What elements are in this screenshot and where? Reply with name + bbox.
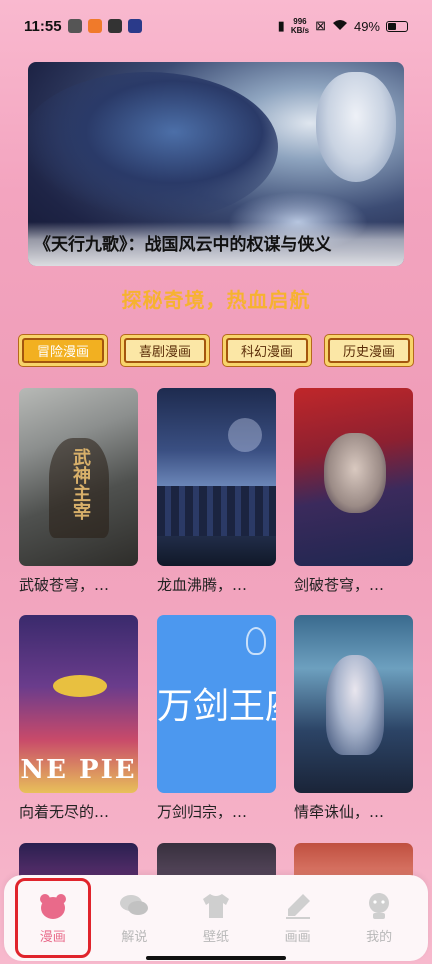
- nav-commentary[interactable]: 解说: [96, 878, 172, 958]
- comic-title: 情牵诛仙，…: [294, 803, 385, 821]
- category-tab-comedy[interactable]: 喜剧漫画: [120, 334, 210, 367]
- play-notification-icon: [127, 19, 142, 33]
- banner-title: 《天行九歌》：战国风云中的权谋与侠义: [28, 222, 404, 266]
- bottom-nav: 漫画 解说 壁纸 画画 我的: [4, 875, 428, 961]
- nav-profile[interactable]: 我的: [341, 878, 417, 958]
- comic-title: 武破苍穹，…: [19, 576, 110, 594]
- nav-label: 解说: [121, 929, 148, 945]
- app-notification-icon: [87, 19, 102, 33]
- cover-title: 武神主宰: [70, 448, 91, 520]
- comic-card[interactable]: 武神主宰 武破苍穹，…: [19, 388, 138, 595]
- comic-title: 向着无尽的…: [19, 803, 110, 821]
- profile-icon: [369, 892, 390, 919]
- nav-wallpaper[interactable]: 壁纸: [178, 878, 254, 958]
- shirt-icon: [202, 893, 229, 918]
- comic-cover: [294, 388, 413, 566]
- category-tab-history[interactable]: 历史漫画: [324, 334, 414, 367]
- comic-card[interactable]: NE PIE 向着无尽的…: [19, 615, 138, 822]
- vibrate-icon: ▮: [277, 18, 285, 33]
- nav-label: 壁纸: [202, 929, 229, 945]
- cover-title: NE PIE: [20, 755, 137, 785]
- net-speed: 996 KB/s: [291, 17, 309, 35]
- nav-comics[interactable]: 漫画: [14, 878, 91, 958]
- comic-cover: [157, 388, 276, 566]
- comic-cover: NE PIE: [19, 615, 138, 793]
- bulb-icon: [246, 627, 266, 655]
- app-notification-icon: [67, 19, 82, 33]
- tagline: 探秘奇境，热血启航: [121, 288, 311, 312]
- category-tabs: 冒险漫画 喜剧漫画 科幻漫画 历史漫画: [18, 334, 414, 367]
- net-speed-unit: KB/s: [290, 26, 310, 35]
- comic-card[interactable]: 剑破苍穹，…: [294, 388, 413, 595]
- comic-card[interactable]: 情牵诛仙，…: [294, 615, 413, 822]
- net-speed-value: 996: [293, 17, 307, 26]
- comic-card[interactable]: 龙血沸腾，…: [157, 388, 276, 595]
- nav-label: 画画: [284, 929, 311, 945]
- status-bar: 11:55 ▮ 996 KB/s ⊠ 49%: [0, 0, 432, 52]
- nav-label: 我的: [366, 929, 393, 945]
- banner-art: [28, 72, 278, 222]
- cover-title: 万剑王座: [157, 686, 276, 727]
- comic-cover: [294, 615, 413, 793]
- wifi-icon: [332, 19, 348, 34]
- nav-label: 漫画: [39, 929, 66, 945]
- status-left: 11:55: [24, 18, 142, 35]
- comic-cover: 万剑王座: [157, 615, 276, 793]
- comic-cover: 武神主宰: [19, 388, 138, 566]
- comic-title: 剑破苍穹，…: [294, 576, 385, 594]
- home-indicator[interactable]: [146, 956, 286, 960]
- battery-icon: [386, 20, 408, 32]
- chat-icon: [120, 894, 149, 915]
- pen-icon: [285, 893, 310, 919]
- comic-title: 万剑归宗，…: [157, 803, 248, 821]
- sim-icon: ⊠: [315, 18, 326, 33]
- comic-card[interactable]: 万剑王座 万剑归宗，…: [157, 615, 276, 822]
- status-right: ▮ 996 KB/s ⊠ 49%: [278, 17, 408, 35]
- category-tab-adventure[interactable]: 冒险漫画: [18, 334, 108, 367]
- nav-draw[interactable]: 画画: [260, 878, 336, 958]
- bear-icon: [39, 893, 66, 919]
- comic-title: 龙血沸腾，…: [157, 576, 248, 594]
- mail-notification-icon: [107, 19, 122, 33]
- battery-percent: 49%: [353, 18, 380, 34]
- featured-banner[interactable]: 《天行九歌》：战国风云中的权谋与侠义: [28, 62, 404, 266]
- category-tab-scifi[interactable]: 科幻漫画: [222, 334, 312, 367]
- status-time: 11:55: [24, 17, 62, 35]
